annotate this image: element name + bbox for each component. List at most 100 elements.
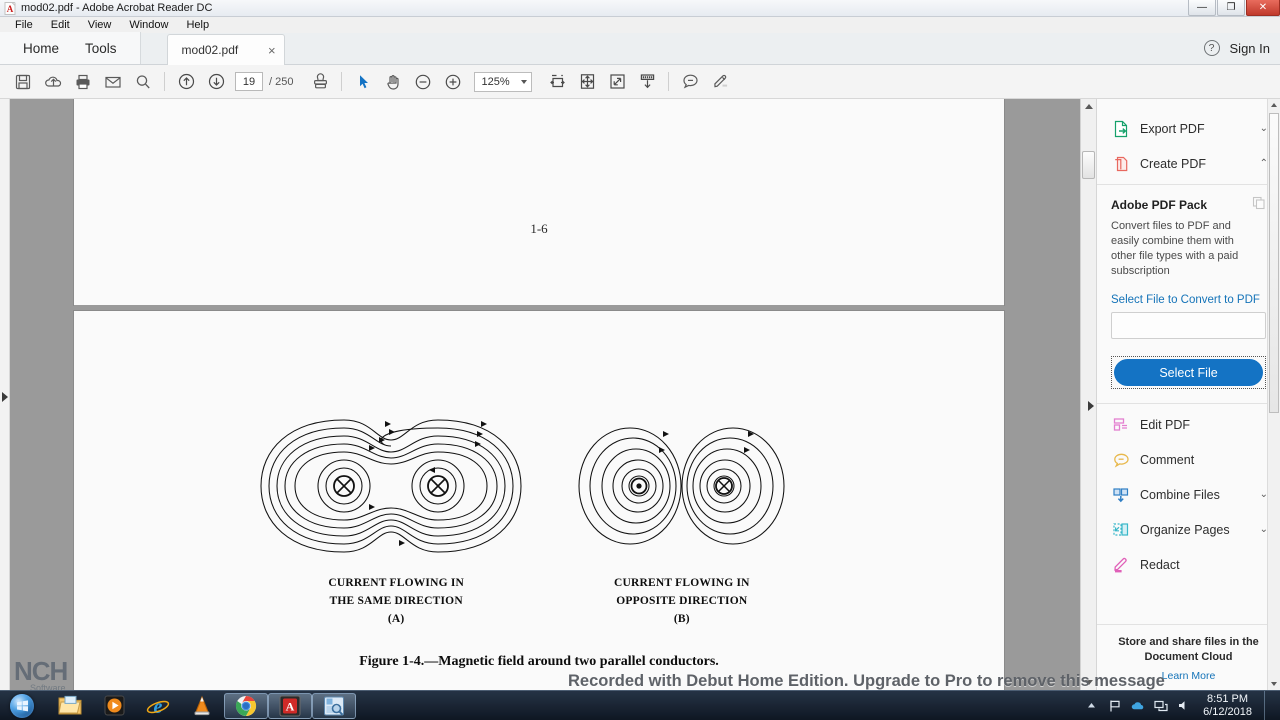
scroll-down-icon[interactable] bbox=[1271, 682, 1277, 686]
zoom-level-select[interactable]: 125% bbox=[474, 71, 533, 92]
menu-view[interactable]: View bbox=[79, 17, 121, 33]
network-icon[interactable] bbox=[1153, 698, 1168, 713]
print-icon[interactable] bbox=[68, 69, 98, 95]
sidebar-item-edit-pdf[interactable]: Edit PDF bbox=[1097, 407, 1280, 442]
toggle-right-panel-button[interactable] bbox=[1086, 397, 1096, 415]
start-orb bbox=[10, 693, 34, 718]
menu-edit[interactable]: Edit bbox=[42, 17, 79, 33]
svg-text:A: A bbox=[7, 4, 14, 14]
windows-start-icon[interactable] bbox=[2, 693, 42, 719]
page-number-input[interactable]: 19 bbox=[235, 72, 263, 91]
convert-file-input[interactable] bbox=[1111, 312, 1266, 340]
arrow-up-circle-icon[interactable] bbox=[171, 69, 201, 95]
taskbar-clock[interactable]: 8:51 PM 6/12/2018 bbox=[1199, 693, 1256, 719]
volume-icon[interactable] bbox=[1176, 698, 1191, 713]
tab-home[interactable]: Home bbox=[10, 41, 72, 56]
scrollbar-thumb[interactable] bbox=[1082, 151, 1095, 179]
pack-description: Convert files to PDF and easily combine … bbox=[1111, 220, 1239, 277]
comment-bubble-icon bbox=[1111, 450, 1130, 469]
vlc-cone-icon[interactable] bbox=[180, 693, 224, 719]
close-button[interactable]: ✕ bbox=[1246, 0, 1280, 16]
scroll-mode-icon[interactable] bbox=[632, 69, 662, 95]
sidebar-divider bbox=[1097, 184, 1280, 185]
tab-strip: Home Tools mod02.pdf × ? Sign In bbox=[0, 32, 1280, 65]
organize-pages-icon bbox=[1111, 520, 1130, 539]
onedrive-icon[interactable] bbox=[1130, 698, 1145, 713]
select-file-to-convert-link[interactable]: Select File to Convert to PDF bbox=[1111, 294, 1266, 306]
help-icon[interactable]: ? bbox=[1203, 40, 1220, 56]
clock-date: 6/12/2018 bbox=[1203, 705, 1252, 718]
sign-in-button[interactable]: Sign In bbox=[1230, 41, 1270, 56]
expand-navigation-pane-icon[interactable] bbox=[2, 392, 8, 402]
hand-icon[interactable] bbox=[378, 69, 408, 95]
menu-file[interactable]: File bbox=[6, 17, 42, 33]
copy-icon[interactable] bbox=[1252, 196, 1266, 213]
show-desktop-button[interactable] bbox=[1264, 690, 1274, 720]
menu-window[interactable]: Window bbox=[120, 17, 177, 33]
tab-document[interactable]: mod02.pdf × bbox=[166, 34, 285, 65]
comment-icon[interactable] bbox=[675, 69, 705, 95]
sidebar-item-create-pdf[interactable]: Create PDF ⌃ bbox=[1097, 146, 1280, 181]
sidebar-item-label: Comment bbox=[1140, 452, 1195, 467]
scroll-up-icon[interactable] bbox=[1084, 104, 1093, 109]
pack-title: Adobe PDF Pack bbox=[1111, 197, 1208, 212]
pack-title-row: Adobe PDF Pack bbox=[1111, 196, 1266, 213]
fullscreen-icon[interactable] bbox=[602, 69, 632, 95]
toolbar-divider bbox=[341, 72, 343, 91]
maximize-button[interactable]: ❐ bbox=[1217, 0, 1245, 16]
sidebar-divider bbox=[1097, 403, 1280, 405]
zoom-out-icon[interactable] bbox=[408, 69, 438, 95]
upload-cloud-icon[interactable] bbox=[38, 69, 68, 95]
flag-icon[interactable] bbox=[1107, 698, 1122, 713]
sidebar-item-export-pdf[interactable]: Export PDF ⌄ bbox=[1097, 111, 1280, 146]
caption-b-label: (B) bbox=[673, 612, 690, 625]
sidebar-item-comment[interactable]: Comment bbox=[1097, 442, 1280, 477]
fit-width-icon[interactable] bbox=[542, 69, 572, 95]
menu-bar: File Edit View Window Help bbox=[0, 17, 1280, 33]
toolbar-divider bbox=[164, 72, 165, 91]
zoom-in-icon[interactable] bbox=[438, 69, 468, 95]
search-icon[interactable] bbox=[128, 69, 158, 95]
sidebar-scrollbar[interactable] bbox=[1267, 99, 1280, 690]
left-navigation-rail[interactable] bbox=[0, 99, 10, 690]
system-tray: 8:51 PM 6/12/2018 bbox=[1084, 690, 1280, 720]
windows-explorer-icon[interactable] bbox=[48, 693, 92, 719]
pdf-page-previous: 1-6 bbox=[74, 99, 1004, 305]
svg-text:A: A bbox=[286, 699, 295, 713]
tab-tools[interactable]: Tools bbox=[72, 41, 130, 56]
save-icon[interactable] bbox=[8, 69, 38, 95]
media-player-icon[interactable] bbox=[92, 693, 136, 719]
sidebar-item-label: Create PDF bbox=[1140, 156, 1206, 171]
toolbar-divider bbox=[668, 72, 670, 91]
export-pdf-icon bbox=[1111, 119, 1130, 138]
stamp-icon[interactable] bbox=[305, 69, 335, 95]
nch-watermark: NCH Software bbox=[14, 658, 68, 693]
arrow-down-circle-icon[interactable] bbox=[201, 69, 231, 95]
caption-b-line2: OPPOSITE DIRECTION bbox=[616, 594, 748, 607]
figure-caption-b: CURRENT FLOWING IN OPPOSITE DIRECTION (B… bbox=[614, 575, 750, 628]
sidebar-scrollbar-thumb[interactable] bbox=[1269, 113, 1279, 413]
minimize-button[interactable]: — bbox=[1188, 0, 1216, 16]
sidebar-item-organize-pages[interactable]: Organize Pages ⌄ bbox=[1097, 512, 1280, 547]
cursor-arrow-icon[interactable] bbox=[348, 69, 378, 95]
close-icon[interactable]: × bbox=[268, 43, 276, 58]
sidebar-item-combine-files[interactable]: Combine Files ⌄ bbox=[1097, 477, 1280, 512]
select-file-button[interactable]: Select File bbox=[1114, 359, 1263, 387]
document-scrollbar[interactable] bbox=[1080, 99, 1096, 690]
sidebar-item-redact[interactable]: Redact bbox=[1097, 547, 1280, 582]
document-viewport[interactable]: 1-6 CURRENT FLOWING IN THE SAME DIRECTIO… bbox=[10, 99, 1080, 690]
debut-icon[interactable] bbox=[312, 692, 356, 719]
chrome-icon[interactable] bbox=[224, 692, 268, 719]
page-total-label: / 250 bbox=[269, 75, 294, 88]
fit-page-icon[interactable] bbox=[572, 69, 602, 95]
email-icon[interactable] bbox=[98, 69, 128, 95]
internet-explorer-icon[interactable]: e bbox=[136, 693, 180, 719]
pdf-page-current: CURRENT FLOWING IN THE SAME DIRECTION (A… bbox=[74, 311, 1004, 690]
highlight-pen-icon[interactable] bbox=[705, 69, 735, 95]
caption-a-line1: CURRENT FLOWING IN bbox=[328, 577, 464, 589]
menu-help[interactable]: Help bbox=[177, 17, 218, 33]
show-hidden-icon[interactable] bbox=[1084, 698, 1099, 713]
footer-line-1: Store and share files in the bbox=[1118, 636, 1259, 649]
acrobat-icon[interactable]: A bbox=[268, 692, 312, 719]
scroll-up-icon[interactable] bbox=[1271, 103, 1277, 107]
